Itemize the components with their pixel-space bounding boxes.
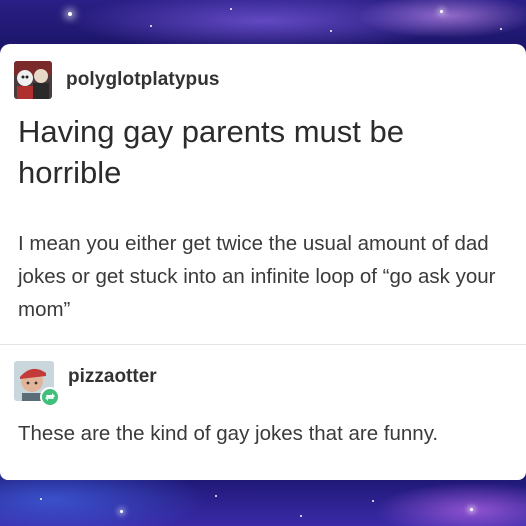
reblog-icon <box>40 387 60 407</box>
post-author-username[interactable]: polyglotplatypus <box>66 69 220 91</box>
reblog-header: pizzaotter <box>14 361 157 407</box>
tumblr-post-card: polyglotplatypus Having gay parents must… <box>0 44 526 480</box>
star <box>470 508 473 511</box>
reblog-body-text: These are the kind of gay jokes that are… <box>18 422 439 445</box>
reblog-divider <box>0 344 526 345</box>
user-avatar-icon[interactable] <box>14 361 60 407</box>
star <box>120 510 123 513</box>
post-body-text: I mean you either get twice the usual am… <box>18 232 496 321</box>
star <box>500 28 502 30</box>
star <box>40 498 42 500</box>
reblog-author-username[interactable]: pizzaotter <box>68 366 157 388</box>
star <box>372 500 374 502</box>
user-avatar-icon[interactable] <box>14 61 52 99</box>
post-title: Having gay parents must be horrible <box>18 114 404 190</box>
star <box>440 10 443 13</box>
star <box>150 25 152 27</box>
star <box>215 495 217 497</box>
post-header: polyglotplatypus <box>14 61 220 99</box>
star <box>68 12 72 16</box>
star <box>230 8 232 10</box>
star <box>300 515 302 517</box>
star <box>330 30 332 32</box>
